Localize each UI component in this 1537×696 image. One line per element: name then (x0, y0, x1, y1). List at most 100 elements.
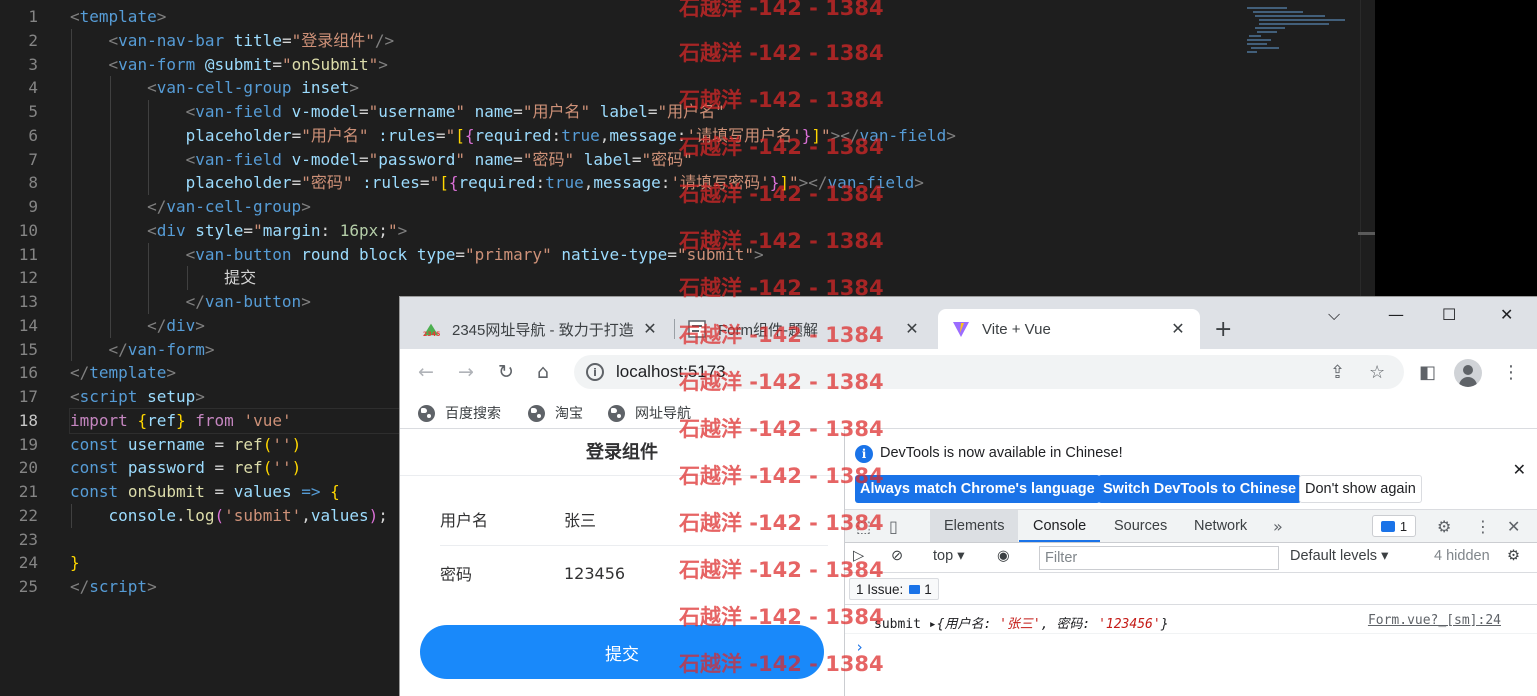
submit-button[interactable]: 提交 (420, 625, 824, 679)
switch-to-chinese-button[interactable]: Switch DevTools to Chinese (1098, 475, 1302, 503)
code-token: '' (272, 434, 292, 454)
settings-gear-icon[interactable]: ⚙ (1437, 517, 1451, 536)
back-arrow-icon[interactable]: ← (418, 361, 434, 383)
tab-elements[interactable]: Elements (930, 510, 1019, 542)
infobar-close-icon[interactable]: ✕ (1513, 460, 1526, 479)
code-token: const (70, 434, 119, 454)
forward-arrow-icon[interactable]: → (458, 361, 474, 383)
editor-scrollbar-track[interactable] (1360, 0, 1361, 296)
code-token: < (147, 220, 157, 240)
code-token: script (79, 387, 138, 406)
close-devtools-icon[interactable]: ✕ (1507, 517, 1520, 536)
url-text[interactable]: localhost:5173 (616, 362, 726, 382)
site-info-icon[interactable]: i (586, 363, 604, 381)
code-token: ; (378, 220, 388, 240)
password-input[interactable]: 123456 (564, 564, 625, 583)
clear-console-icon[interactable]: ⊘ (891, 548, 903, 564)
line-number: 3 (28, 54, 38, 74)
code-token: : (660, 173, 671, 193)
minimize-icon[interactable]: — (1388, 305, 1404, 324)
log-source-link[interactable]: Form.vue?_[sm]:24 (1368, 613, 1501, 628)
more-menu-icon[interactable]: ⋮ (1502, 362, 1520, 383)
expand-triangle-icon[interactable]: ▸ (929, 617, 937, 632)
code-token: password (127, 458, 205, 478)
bookmark-label: 百度搜索 (445, 405, 501, 421)
home-icon[interactable]: ⌂ (537, 361, 549, 383)
tab-console[interactable]: Console (1019, 510, 1101, 542)
code-token: " (253, 220, 263, 240)
password-field[interactable]: 密码 123456 (416, 546, 828, 600)
sidebar-toggle-icon[interactable]: ▷ (853, 548, 864, 564)
maximize-icon[interactable]: ☐ (1442, 305, 1456, 324)
device-toolbar-icon[interactable]: ▯ (889, 517, 898, 536)
code-line[interactable]: <div style="margin: 16px;"> (70, 218, 1375, 243)
code-line[interactable]: <van-field v-model="password" name="密码" … (70, 147, 1375, 172)
code-token: "密码" (301, 173, 353, 193)
indent-guide (71, 28, 72, 53)
code-token: van-field (859, 125, 947, 145)
code-line[interactable]: <van-field v-model="username" name="用户名"… (70, 100, 1375, 124)
code-token: console (108, 505, 176, 525)
tab-sources[interactable]: Sources (1100, 510, 1181, 542)
devtools-menu-icon[interactable]: ⋮ (1475, 517, 1491, 536)
line-number: 8 (28, 173, 38, 193)
code-line[interactable]: </van-cell-group> (70, 195, 1375, 219)
code-line[interactable]: <van-cell-group inset> (70, 76, 1375, 100)
code-token: > (754, 244, 764, 264)
profile-avatar-icon[interactable] (1454, 359, 1482, 387)
console-settings-gear-icon[interactable]: ⚙ (1507, 548, 1520, 564)
console-filter-input[interactable]: Filter (1039, 546, 1279, 570)
always-match-language-button[interactable]: Always match Chrome's language (855, 475, 1100, 503)
code-line[interactable]: <template> (70, 5, 1375, 29)
share-icon[interactable]: ⇪ (1330, 362, 1345, 383)
code-line[interactable]: 提交 (70, 266, 1375, 290)
code-line[interactable]: placeholder="用户名" :rules="[{required:tru… (70, 123, 1375, 148)
dont-show-again-button[interactable]: Don't show again (1299, 475, 1422, 503)
code-token: required (474, 125, 552, 145)
code-line[interactable]: placeholder="密码" :rules="[{required:true… (70, 171, 1375, 195)
tab-close-icon[interactable]: ✕ (640, 319, 660, 339)
new-tab-button[interactable]: + (1214, 317, 1232, 342)
code-token: '请填写用户名' (686, 125, 802, 145)
star-bookmark-icon[interactable]: ☆ (1369, 362, 1385, 383)
tab-2345[interactable]: 2345 2345网址导航 - 致力于打造 ✕ (412, 309, 670, 349)
tab-form-solution[interactable]: Form组件-题解 ✕ (678, 309, 932, 349)
tab-network[interactable]: Network (1180, 510, 1261, 542)
bookmark-baidu[interactable]: 百度搜索 (418, 403, 501, 423)
console-log-row[interactable]: submit ▸{用户名: '张三', 密码: '123456'} Form.v… (845, 608, 1537, 634)
address-bar[interactable]: i localhost:5173 (574, 355, 1404, 389)
code-line[interactable]: <van-form @submit="onSubmit"> (70, 52, 1375, 77)
tab-search-chevron-icon[interactable]: ⌵ (1328, 305, 1340, 325)
tab-vite-vue[interactable]: Vite + Vue ✕ (938, 309, 1200, 349)
context-selector[interactable]: top ▾ (933, 548, 964, 564)
tab-close-icon[interactable]: ✕ (1168, 319, 1188, 339)
window-close-icon[interactable]: ✕ (1500, 305, 1513, 324)
username-field[interactable]: 用户名 张三 (416, 492, 828, 546)
tab-close-icon[interactable]: ✕ (902, 319, 922, 339)
log-levels-dropdown[interactable]: Default levels ▾ (1290, 548, 1388, 564)
live-expression-eye-icon[interactable]: ◉ (997, 548, 1010, 564)
username-input[interactable]: 张三 (564, 507, 596, 531)
more-tabs-icon[interactable]: » (1273, 517, 1283, 536)
inspect-element-icon[interactable]: ⬚ (856, 517, 871, 536)
code-line[interactable]: <van-nav-bar title="登录组件"/> (70, 28, 1375, 53)
minimap[interactable] (1245, 5, 1345, 55)
line-number: 10 (18, 220, 38, 240)
indent-guide (71, 266, 72, 290)
console-prompt-icon[interactable]: › (855, 638, 864, 656)
code-line[interactable]: <van-button round block type="primary" n… (70, 242, 1375, 267)
code-token: } (769, 173, 780, 193)
reload-icon[interactable]: ↻ (498, 361, 514, 383)
issues-chip[interactable]: 1 Issue: 1 (849, 578, 939, 600)
bookmark-nav[interactable]: 网址导航 (608, 403, 691, 423)
code-token: 提交 (70, 268, 257, 288)
code-token: placeholder (185, 173, 292, 193)
issues-counter-button[interactable]: 1 (1372, 515, 1416, 537)
side-panel-icon[interactable]: ◧ (1419, 362, 1436, 383)
code-token: username (127, 434, 205, 454)
bookmark-taobao[interactable]: 淘宝 (528, 403, 583, 423)
